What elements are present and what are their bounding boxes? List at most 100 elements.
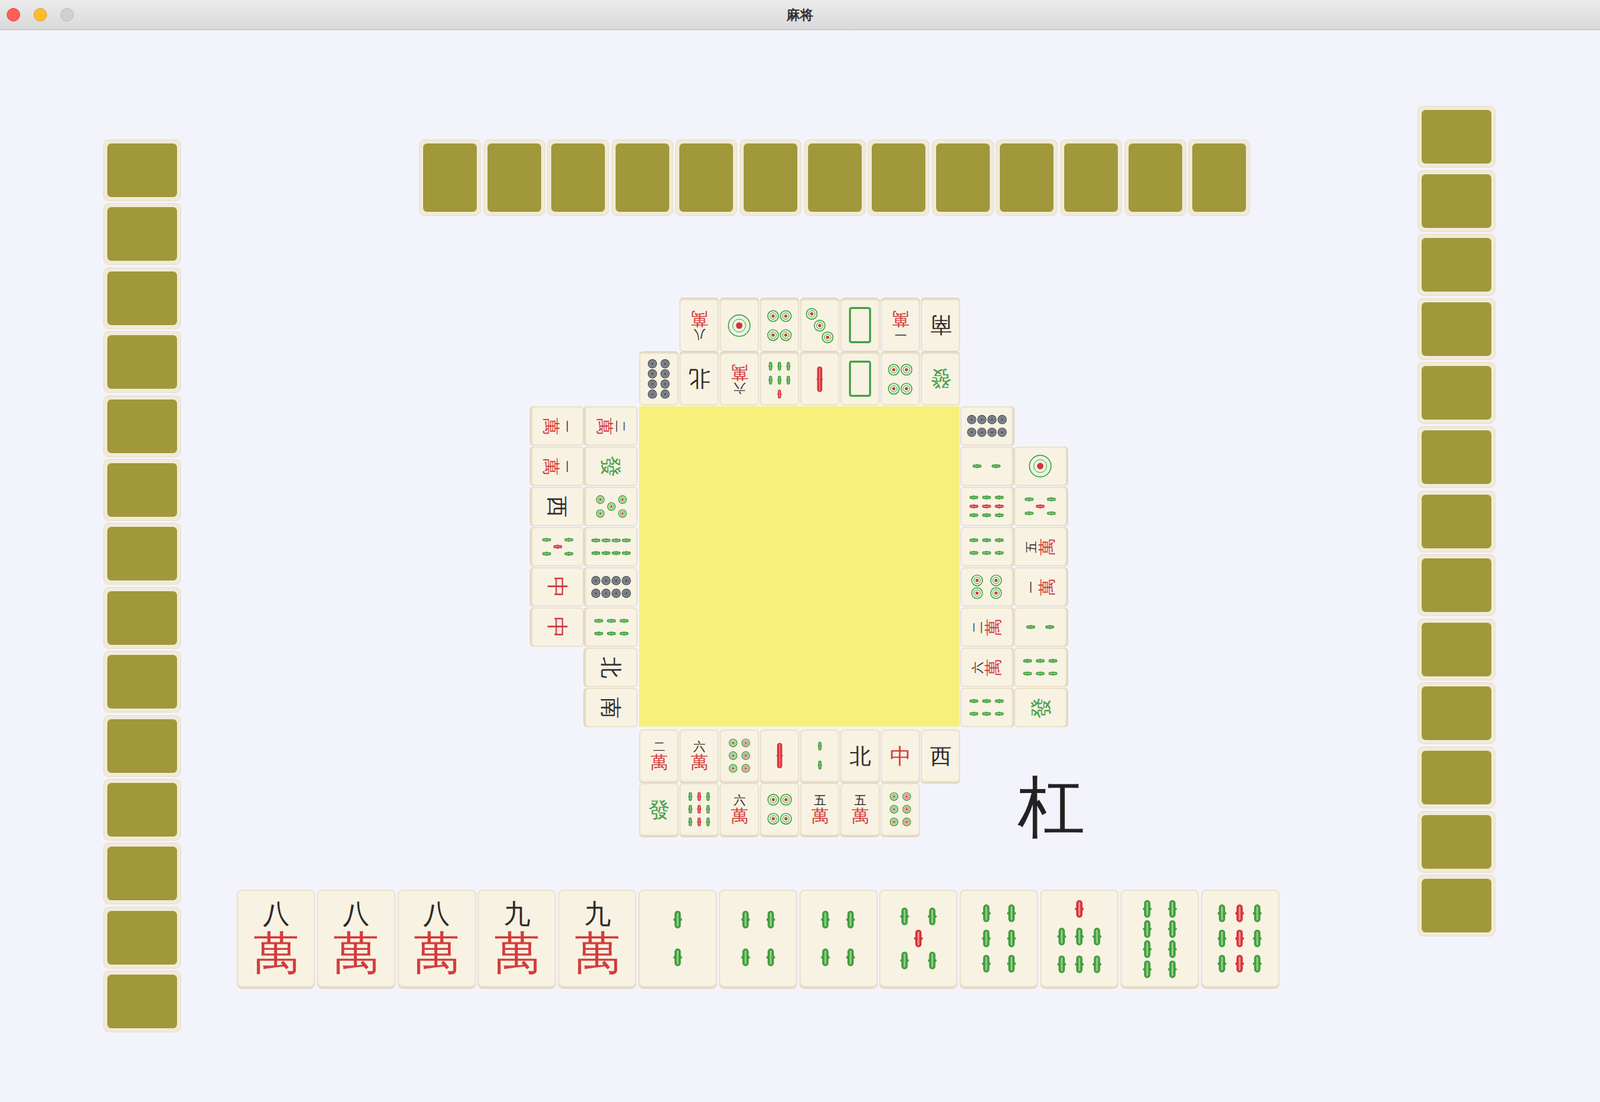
bottom-discards: 二萬六萬北中西發六萬五萬五萬 [639,729,961,837]
tile-honor: 北 [688,368,711,391]
tile-back [1060,139,1122,216]
tile-face[interactable] [718,889,798,988]
tile-face[interactable]: 九萬 [477,889,556,988]
bamboo-icon [763,357,796,402]
tile-face: 中 [880,729,921,783]
discard-tile [960,406,1014,446]
tile-face [759,352,800,406]
tile-suit: 萬 [730,364,749,382]
tile-face[interactable] [799,889,878,988]
tile-face[interactable]: 八萬 [317,889,396,988]
tile-suit: 萬 [690,754,709,772]
close-button[interactable] [6,8,21,22]
discard-tile [584,607,638,648]
tile-back [103,203,182,265]
tile-back-fill [107,143,178,198]
tile-face: 南 [584,688,638,728]
tile-back-fill [999,143,1054,212]
table-center [639,406,960,727]
discard-tile: 一萬 [531,446,585,487]
discard-tile [584,567,638,607]
right-discards: 二萬六萬五萬一萬發 [960,406,1067,728]
discard-column: 二萬六萬 [960,406,1014,728]
tile-face [584,527,638,567]
tile-back [611,139,674,216]
bamboo-icon [1127,897,1193,980]
tile-rank: 五 [1025,541,1038,554]
tile-face [759,299,800,353]
tile-back-fill [107,655,178,709]
bamboo-icon [885,897,951,980]
circle-icon [884,357,917,402]
minimize-button[interactable] [33,8,47,22]
tile-back [739,139,802,216]
discard-tile [1013,446,1067,487]
discard-tile: 中 [531,607,585,648]
tile-back [1417,170,1496,233]
tile-face[interactable] [1040,889,1119,988]
tile-back-fill [1192,143,1246,212]
tile-rank: 一 [561,460,574,473]
tile-back [103,459,182,522]
circle-icon [804,303,836,348]
tile-back-fill [1421,430,1492,485]
tile-face: 六萬 [719,352,760,406]
kong-action-button[interactable]: 杠 [1013,771,1090,845]
discard-tile [584,527,638,567]
tile-face[interactable] [638,889,717,988]
tile-back [483,139,546,216]
tile-face [960,446,1014,487]
tile-face [800,352,840,406]
tile-suit: 萬 [542,417,560,436]
tile-back-fill [1421,751,1492,805]
tile-back-fill [107,719,178,774]
tile-back [103,331,182,393]
discard-tile [1013,607,1067,648]
bamboo-icon [683,787,715,832]
discard-tile: 六萬 [960,647,1014,688]
tile-face: 五萬 [840,783,880,837]
tile-suit: 萬 [690,310,709,328]
bamboo-icon [725,897,791,980]
tile-back [932,139,994,216]
discard-tile: 中 [531,567,585,607]
tile-face[interactable]: 八萬 [397,889,477,988]
tile-back-fill [423,143,477,212]
bamboo-icon [1018,651,1063,684]
tile-face[interactable]: 八萬 [236,889,316,988]
tile-face[interactable] [1120,889,1199,988]
tile-back [103,907,182,969]
left-discards: 一萬一萬西中中二萬發北南 [531,406,638,728]
player-hand: 八萬八萬八萬九萬九萬 [236,889,1280,988]
tile-back-fill [107,335,178,389]
tile-back [995,139,1058,216]
tile-face[interactable] [879,889,958,988]
tile-face: 五萬 [800,783,840,837]
discard-tile: 五萬 [1013,527,1067,567]
tile-face [719,299,760,353]
tile-back [103,651,182,713]
tile-suit: 萬 [574,930,621,977]
tile-back-fill [107,399,178,454]
tile-back-fill [1064,143,1118,212]
tile-face [584,607,638,648]
tile-suit: 萬 [730,808,749,826]
tile-face[interactable]: 九萬 [557,889,637,988]
tile-face: 發 [920,352,961,406]
circle-icon [763,303,796,348]
discard-tile [1013,486,1067,527]
tile-suit: 萬 [542,458,560,476]
tile-face: 北 [840,729,880,783]
tile-back-fill [808,143,862,212]
tile-suit: 萬 [985,618,1003,637]
tile-face[interactable] [1201,889,1280,988]
tile-face [759,729,800,783]
tile-face[interactable] [959,889,1039,988]
discard-column: 一萬一萬西中中 [531,406,585,728]
tile-rank: 二 [971,621,984,634]
tile-back [1188,139,1250,216]
circle-icon [589,490,634,523]
tile-back-fill [107,846,178,901]
tile-face: 北 [679,352,719,406]
top-opponent-hand [419,139,1250,216]
